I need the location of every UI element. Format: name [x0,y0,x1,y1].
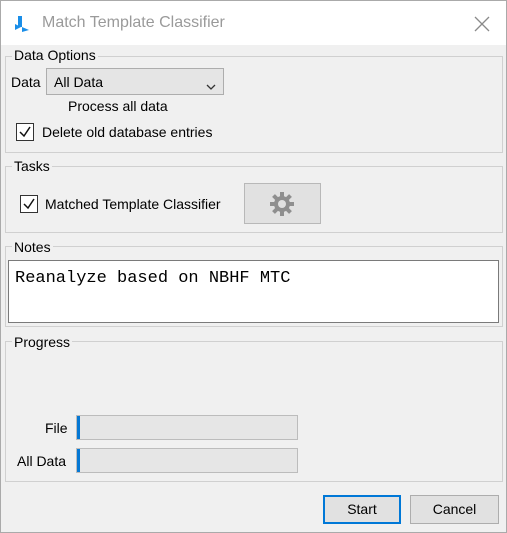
task-label: Matched Template Classifier [45,196,221,212]
chevron-down-icon [206,78,216,90]
task-checkbox[interactable] [20,195,38,213]
task-settings-button[interactable] [244,183,321,224]
notes-legend: Notes [12,239,53,255]
title-bar[interactable]: Match Template Classifier [1,1,506,45]
delete-entries-checkbox[interactable] [16,123,34,141]
alldata-progress-bar [76,448,298,473]
dialog-window: Match Template Classifier Data Options D… [0,0,507,533]
tasks-legend: Tasks [12,158,52,174]
file-progress-label: File [45,420,68,436]
app-icon [12,14,32,34]
gear-icon [270,192,294,216]
alldata-progress-fill [77,449,80,472]
cancel-button[interactable]: Cancel [410,495,499,524]
data-description: Process all data [68,98,168,114]
file-progress-bar [76,415,298,440]
alldata-progress-label: All Data [17,453,67,469]
delete-entries-label: Delete old database entries [42,124,213,140]
file-progress-fill [77,416,80,439]
data-options-legend: Data Options [12,47,98,63]
window-title: Match Template Classifier [42,14,225,31]
data-select[interactable]: All Data [46,68,224,95]
data-select-value: All Data [54,74,104,90]
start-button[interactable]: Start [323,495,401,524]
notes-textarea[interactable]: Reanalyze based on NBHF MTC [8,260,499,323]
data-label: Data [11,74,41,90]
progress-legend: Progress [12,334,73,350]
close-icon[interactable] [471,13,493,35]
